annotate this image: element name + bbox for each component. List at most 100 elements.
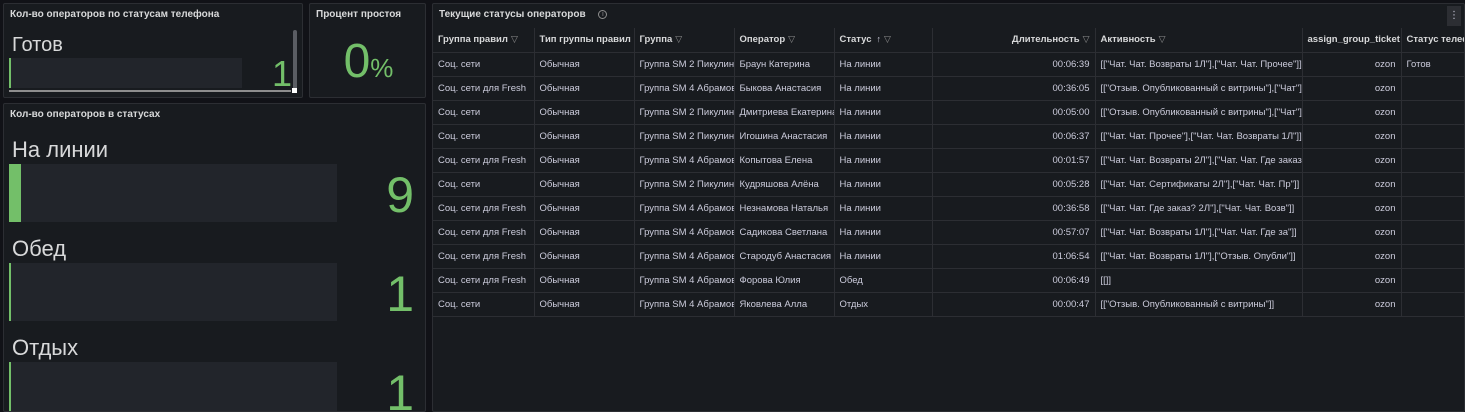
table-cell: Обычная <box>534 76 635 101</box>
table-cell: Обед <box>834 268 933 293</box>
table-cell: На линии <box>834 220 933 245</box>
filter-icon[interactable]: ▽ <box>1159 34 1166 44</box>
table-cell: Отдых <box>834 292 933 317</box>
phone-status-panel: Кол-во операторов по статусам телефона Г… <box>3 3 303 98</box>
table-row[interactable]: Соц. сети для Fresh Обычная Группа SM 4 Аб… <box>433 148 1464 173</box>
table-cell: 00:06:49 <box>932 268 1096 293</box>
panel-title: Кол-во операторов по статусам телефона <box>10 9 220 20</box>
table-cell: Группа SM 2 Пикулина <box>634 100 735 125</box>
table-cell: 00:05:00 <box>932 100 1096 125</box>
table-cell: Соц. сети <box>433 100 535 125</box>
status-bar-fill <box>9 362 11 411</box>
table-cell: ozon <box>1302 100 1402 125</box>
status-bar-fill <box>9 263 11 321</box>
table-cell: Копытова Елена <box>734 148 835 173</box>
table-cell: Обычная <box>534 124 635 149</box>
filter-icon[interactable]: ▽ <box>511 34 518 44</box>
table-row[interactable]: Соц. сети для Fresh Обычная Группа SM 4 Аб… <box>433 76 1464 101</box>
column-header[interactable]: Длительность ▽ <box>932 28 1096 53</box>
sort-asc-icon[interactable]: ↑ <box>877 34 882 44</box>
table-cell: Соц. сети <box>433 124 535 149</box>
scroll-track <box>9 90 291 92</box>
table-row[interactable]: Соц. сети для Fresh Обычная Группа SM 4 Аб… <box>433 196 1464 221</box>
table-row[interactable]: Соц. сети для Fresh Обычная Группа SM 4 Аб… <box>433 220 1464 245</box>
filter-icon[interactable]: ▽ <box>788 34 795 44</box>
column-header[interactable]: Тип группы правил▽ <box>534 28 635 53</box>
table-cell: Группа SM 4 Абрамова <box>634 148 735 173</box>
table-row[interactable]: Соц. сети Обычная Группа SM 2 Пикулина Дмит… <box>433 100 1464 125</box>
table-cell: Садикова Светлана <box>734 220 835 245</box>
table-cell: Стародуб Анастасия <box>734 244 835 269</box>
table-cell: Соц. сети для Fresh <box>433 196 535 221</box>
status-bar-fill <box>9 164 21 222</box>
table-cell: На линии <box>834 244 933 269</box>
table-cell: Обычная <box>534 196 635 221</box>
table-cell: Обычная <box>534 292 635 317</box>
table-row[interactable]: Соц. сети для Fresh Обычная Группа SM 4 Аб… <box>433 244 1464 269</box>
table-cell: На линии <box>834 100 933 125</box>
table-cell: Обычная <box>534 100 635 125</box>
idle-unit: % <box>370 53 394 83</box>
table-row[interactable]: Соц. сети для Fresh Обычная Группа SM 4 Аб… <box>433 268 1464 293</box>
column-header[interactable]: Статус ↑ ▽ <box>834 28 933 53</box>
table-cell: Обычная <box>534 244 635 269</box>
table-cell: Группа SM 4 Абрамова <box>634 268 735 293</box>
filter-icon[interactable]: ▽ <box>884 34 891 44</box>
stat-bar-fill <box>9 58 11 88</box>
column-header[interactable]: Оператор ▽ <box>734 28 835 53</box>
table-cell: На линии <box>834 172 933 197</box>
resize-handle[interactable] <box>292 88 297 93</box>
table-cell: [["Чат. Чат. Где заказ? 2Л"],["Чат. Чат.… <box>1095 196 1303 221</box>
table-cell: 00:36:58 <box>932 196 1096 221</box>
idle-percent-panel: Процент простоя 0% <box>309 3 426 98</box>
table-cell: Форова Юлия <box>734 268 835 293</box>
table-cell: [[]] <box>1095 268 1303 293</box>
filter-icon[interactable]: ▽ <box>1083 34 1090 44</box>
table-cell: 00:01:57 <box>932 148 1096 173</box>
panel-title: Процент простоя <box>316 9 402 20</box>
table-cell: [["Чат. Чат. Возвраты 1Л"],["Чат. Чат. Г… <box>1095 220 1303 245</box>
table-cell: [["Чат. Чат. Прочее"],["Чат. Чат. Возвра… <box>1095 124 1303 149</box>
table-cell <box>1401 244 1464 269</box>
table-row[interactable]: Соц. сети Обычная Группа SM 2 Пикулина Игош… <box>433 124 1464 149</box>
scrollbar[interactable] <box>293 30 297 90</box>
table-cell: [["Отзыв. Опубликованный с витрины"],["Ч… <box>1095 100 1303 125</box>
filter-icon[interactable]: ▽ <box>675 34 682 44</box>
table-cell: ozon <box>1302 196 1402 221</box>
table-cell: Соц. сети для Fresh <box>433 244 535 269</box>
table-cell: Кудряшова Алёна <box>734 172 835 197</box>
column-header[interactable]: Группа ▽ <box>634 28 735 53</box>
column-header[interactable]: Активность ▽ <box>1095 28 1303 53</box>
column-header[interactable]: Статус телефона <box>1401 28 1464 53</box>
table-cell: Игошина Анастасия <box>734 124 835 149</box>
status-value: 9 <box>386 167 414 223</box>
table-title: Текущие статусы операторов <box>439 9 586 20</box>
table-cell: [["Чат. Чат. Возвраты 1Л"],["Отзыв. Опуб… <box>1095 244 1303 269</box>
stat-label: Готов <box>12 34 63 56</box>
idle-value: 0% <box>310 36 425 88</box>
table-cell <box>1401 196 1464 221</box>
table-cell: ozon <box>1302 268 1402 293</box>
table-cell: Группа SM 4 Абрамова <box>634 196 735 221</box>
table-cell: [["Чат. Чат. Возвраты 2Л"],["Чат. Чат. Г… <box>1095 148 1303 173</box>
info-icon[interactable]: i <box>598 9 608 19</box>
status-counts-panel: Кол-во операторов в статусах На линии 9 … <box>3 103 426 412</box>
table-cell: На линии <box>834 76 933 101</box>
table-cell: Группа SM 2 Пикулина <box>634 52 735 77</box>
column-header[interactable]: assign_group_ticket▽ <box>1302 28 1402 53</box>
kebab-icon[interactable]: ⋮ <box>1447 6 1461 26</box>
table-cell: 00:57:07 <box>932 220 1096 245</box>
table-cell: Группа SM 4 Абрамова <box>634 220 735 245</box>
table-cell: Незнамова Наталья <box>734 196 835 221</box>
table-row[interactable]: Соц. сети Обычная Группа SM 2 Пикулина Кудр… <box>433 172 1464 197</box>
table-row[interactable]: Соц. сети Обычная Группа SM 4 Абрамова Яков… <box>433 292 1464 317</box>
table-cell <box>1401 148 1464 173</box>
table-cell <box>1401 124 1464 149</box>
table-cell: На линии <box>834 196 933 221</box>
table-cell: 00:05:28 <box>932 172 1096 197</box>
table-cell: Обычная <box>534 172 635 197</box>
table-row[interactable]: Соц. сети Обычная Группа SM 2 Пикулина Брау… <box>433 52 1464 77</box>
column-header[interactable]: Группа правил ▽ <box>433 28 535 53</box>
status-value: 1 <box>386 266 414 322</box>
table-cell: ozon <box>1302 76 1402 101</box>
